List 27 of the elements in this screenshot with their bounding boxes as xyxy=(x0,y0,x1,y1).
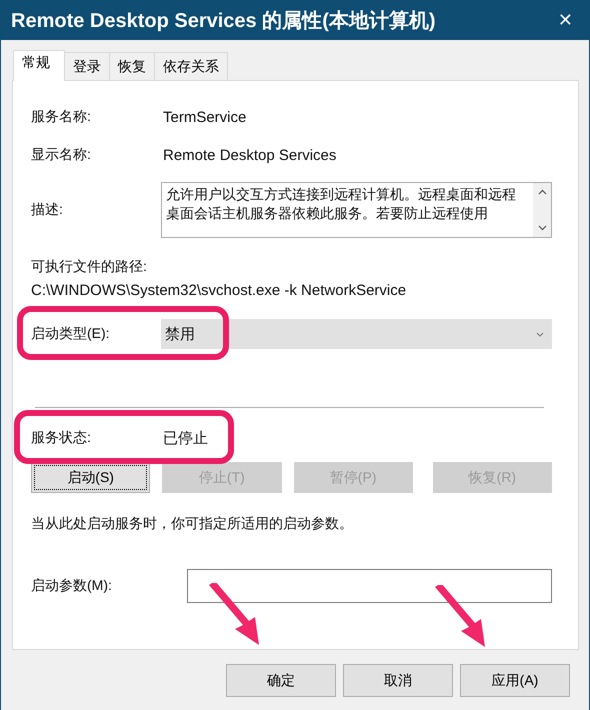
field-label: 启动参数(M): xyxy=(31,577,113,595)
field-value: TermService xyxy=(163,108,246,126)
field-label: 服务状态: xyxy=(31,429,92,447)
scroll-up-icon[interactable] xyxy=(538,189,546,195)
field-label: 描述: xyxy=(31,201,64,219)
service-button[interactable]: 启动(S) xyxy=(31,462,150,493)
field-label: 可执行文件的路径: xyxy=(31,258,148,276)
tab[interactable]: 依存关系 xyxy=(154,52,228,80)
dialog-button[interactable]: 确定 xyxy=(226,664,336,697)
scrollbar[interactable] xyxy=(533,183,551,237)
field-value: 已停止 xyxy=(163,428,208,448)
field-value: C:\WINDOWS\System32\svchost.exe -k NetworkService xyxy=(31,282,408,299)
hint-text: 当从此处启动服务时，你可指定所适用的启动参数。 xyxy=(31,515,354,533)
field-label: 启动类型(E): xyxy=(31,325,111,343)
tab[interactable]: 常规 xyxy=(13,50,65,81)
parameters-field[interactable] xyxy=(187,569,552,603)
close-button[interactable]: ✕ xyxy=(552,10,579,30)
dialog-button[interactable]: 取消 xyxy=(343,664,453,697)
scroll-down-icon[interactable] xyxy=(538,225,546,231)
dialog-button[interactable]: 应用(A) xyxy=(460,664,570,697)
window-title: Remote Desktop Services 的属性(本地计算机) xyxy=(11,8,436,34)
field-label: 服务名称: xyxy=(31,108,92,126)
field-label: 显示名称: xyxy=(31,146,92,164)
description-text: 允许用户以交互方式连接到远程计算机。远程桌面和远程桌面会话主机服务器依赖此服务。若要防止远程使用 xyxy=(165,185,517,223)
field-value: Remote Desktop Services xyxy=(163,146,336,164)
startup-type-dropdown[interactable]: 禁用 xyxy=(161,319,552,349)
chevron-down-icon xyxy=(536,332,544,336)
